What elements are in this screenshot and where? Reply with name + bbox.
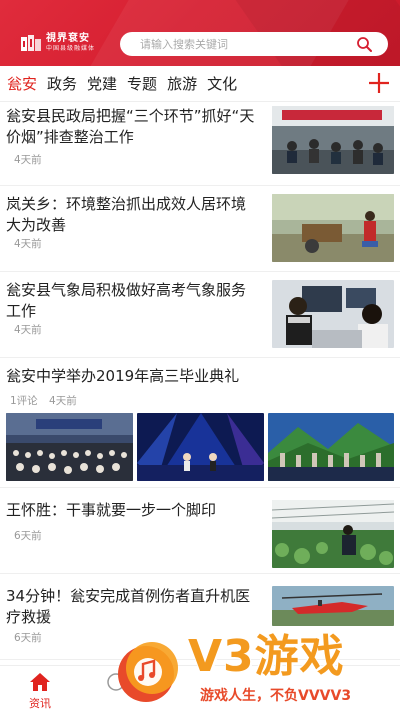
news-thumbnail (272, 280, 394, 348)
news-title: 瓮安中学举办2019年高三毕业典礼 (6, 366, 396, 387)
news-title-line: 价烟”排查整治工作 (6, 128, 134, 146)
news-meta: 6天前 (14, 528, 50, 543)
news-meta: 4天前 (14, 152, 50, 167)
news-thumbnail (272, 194, 394, 262)
news-time: 6天前 (14, 632, 42, 644)
watermark-slogan: 游戏人生，不负VVVV3 (200, 688, 352, 704)
nav-news-label: 资讯 (29, 697, 51, 710)
news-thumbnail (268, 413, 394, 481)
search-input[interactable] (140, 37, 340, 51)
news-title-line: 大为改善 (6, 216, 67, 234)
news-comment-count: 1评论 (10, 395, 38, 407)
tab-wengan[interactable]: 瓮安 (7, 66, 37, 102)
add-category-icon[interactable] (366, 70, 392, 96)
tab-tourism[interactable]: 旅游 (167, 66, 197, 102)
news-thumbnail (272, 106, 394, 174)
news-title-line: 岚关乡：环境整治抓出成效人居环境 (6, 195, 247, 213)
logo-title: 視界袞安 (46, 33, 90, 44)
news-time: 4天前 (14, 324, 42, 336)
news-title-line: 瓮安中学举办2019年高三毕业典礼 (6, 367, 240, 385)
news-meta: 4天前 (14, 236, 50, 251)
news-thumbnail (6, 413, 133, 481)
logo-mark-icon (21, 35, 41, 51)
watermark-brand: V3游戏 (188, 631, 345, 682)
news-meta: 4天前 (14, 322, 50, 337)
category-tabs: 瓮安 政务 党建 专题 旅游 文化 (0, 66, 400, 102)
news-thumbnail (137, 413, 264, 481)
app-header: 視界袞安 中国县级融媒体 (0, 0, 400, 66)
news-time: 4天前 (14, 238, 42, 250)
tab-topics[interactable]: 专题 (127, 66, 157, 102)
news-title-line: 王怀胜：干事就要一步一个脚印 (6, 501, 217, 519)
tab-culture[interactable]: 文化 (207, 66, 237, 102)
news-meta: 6天前 (14, 630, 50, 645)
tab-party[interactable]: 党建 (87, 66, 117, 102)
news-item[interactable]: 瓮安县气象局积极做好高考气象服务 工作 4天前 (0, 272, 400, 358)
news-item[interactable]: 岚关乡：环境整治抓出成效人居环境 大为改善 4天前 (0, 186, 400, 272)
news-item[interactable]: 王怀胜：干事就要一步一个脚印 6天前 (0, 488, 400, 574)
tab-government[interactable]: 政务 (47, 66, 77, 102)
news-item[interactable]: 瓮安中学举办2019年高三毕业典礼 1评论 4天前 (0, 358, 400, 488)
news-title: 瓮安县民政局把握“三个环节”抓好“天 价烟”排查整治工作 (6, 106, 268, 148)
news-time: 4天前 (14, 154, 42, 166)
news-title-line: 瓮安县民政局把握“三个环节”抓好“天 (6, 107, 255, 125)
news-title: 王怀胜：干事就要一步一个脚印 (6, 500, 268, 521)
news-title: 瓮安县气象局积极做好高考气象服务 工作 (6, 280, 268, 322)
news-meta: 1评论 4天前 (10, 393, 85, 408)
search-bar[interactable] (120, 32, 388, 56)
nav-news[interactable]: 资讯 (10, 672, 70, 711)
home-icon (30, 673, 50, 691)
news-title-line: 瓮安县气象局积极做好高考气象服务 (6, 281, 247, 299)
news-title-line: 工作 (6, 302, 37, 320)
news-time: 6天前 (14, 530, 42, 542)
logo-subtitle: 中国县级融媒体 (46, 45, 96, 52)
news-time: 4天前 (49, 395, 77, 407)
news-title-line: 34分钟！瓮安完成首例伤者直升机医 (6, 587, 251, 605)
search-icon[interactable] (356, 36, 372, 52)
logo-text: 視界袞安 中国县级融媒体 (46, 34, 95, 52)
news-thumbnail (272, 500, 394, 568)
app-logo[interactable]: 視界袞安 中国县级融媒体 (20, 30, 116, 56)
news-item[interactable]: 瓮安县民政局把握“三个环节”抓好“天 价烟”排查整治工作 4天前 (0, 102, 400, 186)
news-title: 岚关乡：环境整治抓出成效人居环境 大为改善 (6, 194, 268, 236)
